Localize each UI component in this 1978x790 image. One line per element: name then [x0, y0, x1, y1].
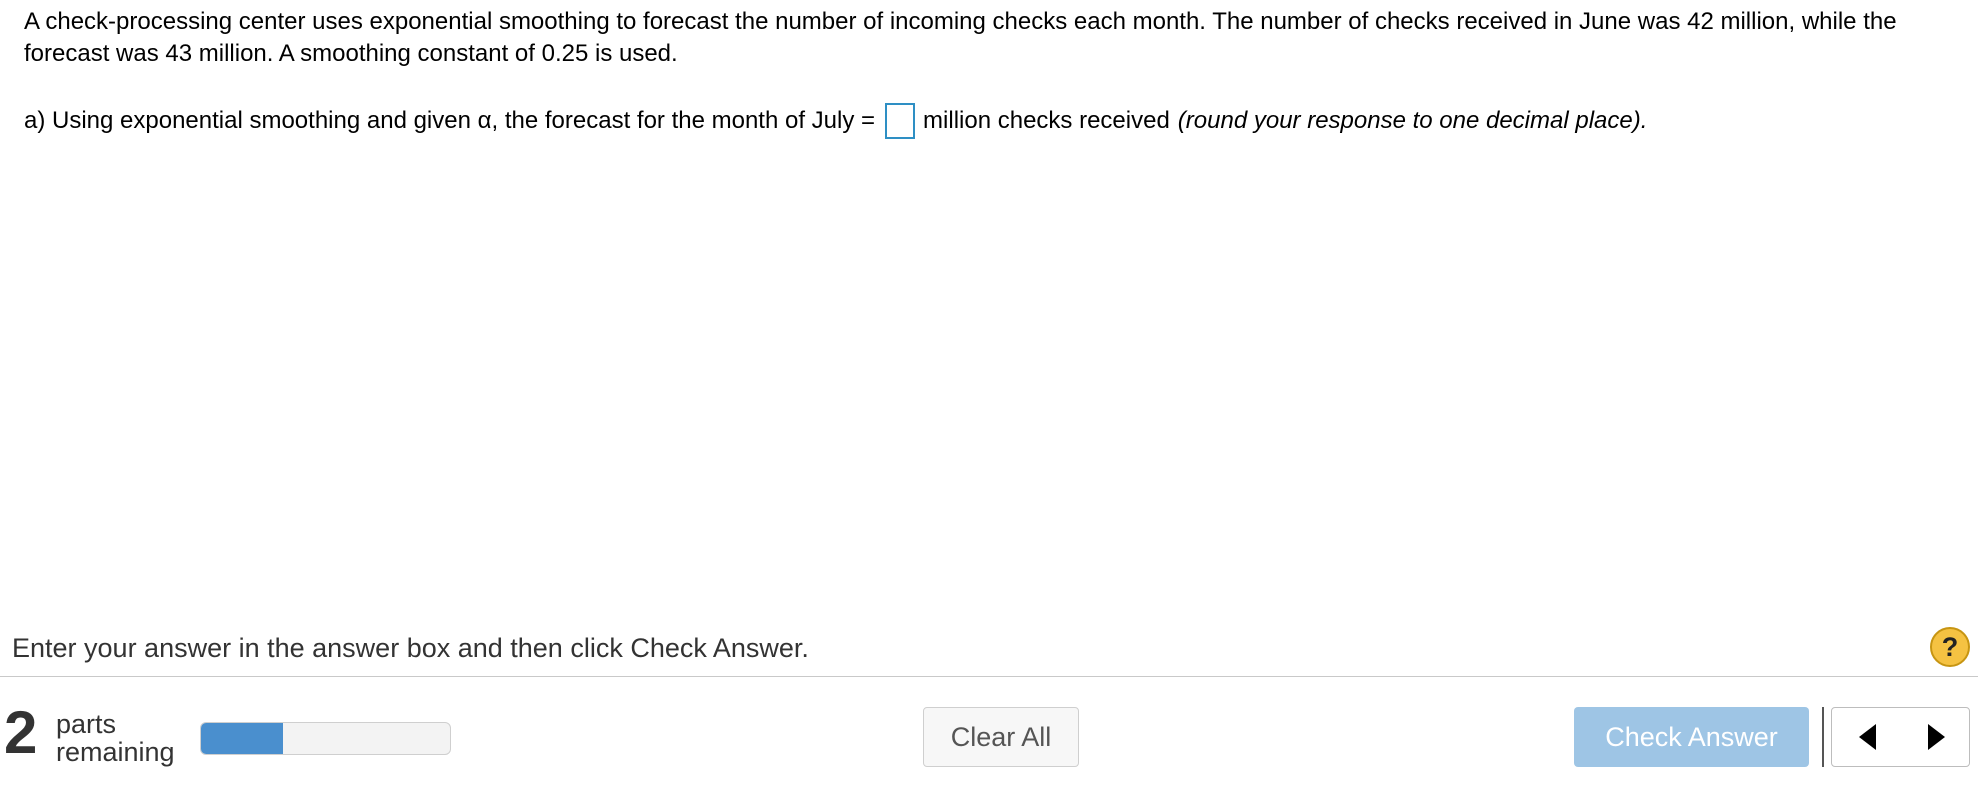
footer-divider — [0, 676, 1978, 677]
parts-remaining-count: 2 — [4, 699, 38, 766]
parts-label-line2: remaining — [56, 737, 175, 767]
answer-input[interactable] — [885, 103, 916, 139]
progress-bar — [200, 722, 451, 755]
question-nav — [1831, 707, 1970, 767]
question-suffix: million checks received — [923, 107, 1170, 134]
instruction-text: Enter your answer in the answer box and … — [12, 633, 809, 663]
clear-all-button[interactable]: Clear All — [923, 707, 1079, 767]
rounding-hint: (round your response to one decimal plac… — [1177, 107, 1648, 134]
previous-button[interactable] — [1832, 708, 1901, 766]
nav-separator — [1822, 707, 1824, 767]
question-part-a: a) Using exponential smoothing and given… — [24, 103, 1647, 139]
next-button[interactable] — [1901, 708, 1970, 766]
parts-label-line1: parts — [56, 709, 117, 739]
triangle-right-icon — [1928, 724, 1945, 750]
progress-bar-fill — [201, 723, 284, 754]
question-prefix: a) Using exponential smoothing and given… — [24, 107, 876, 134]
parts-remaining-label: parts remaining — [56, 710, 175, 766]
question-page: A check-processing center uses exponenti… — [0, 0, 1978, 790]
triangle-left-icon — [1859, 724, 1876, 750]
help-icon[interactable]: ? — [1930, 627, 1970, 667]
check-answer-button[interactable]: Check Answer — [1574, 707, 1809, 767]
problem-statement: A check-processing center uses exponenti… — [24, 8, 1897, 67]
